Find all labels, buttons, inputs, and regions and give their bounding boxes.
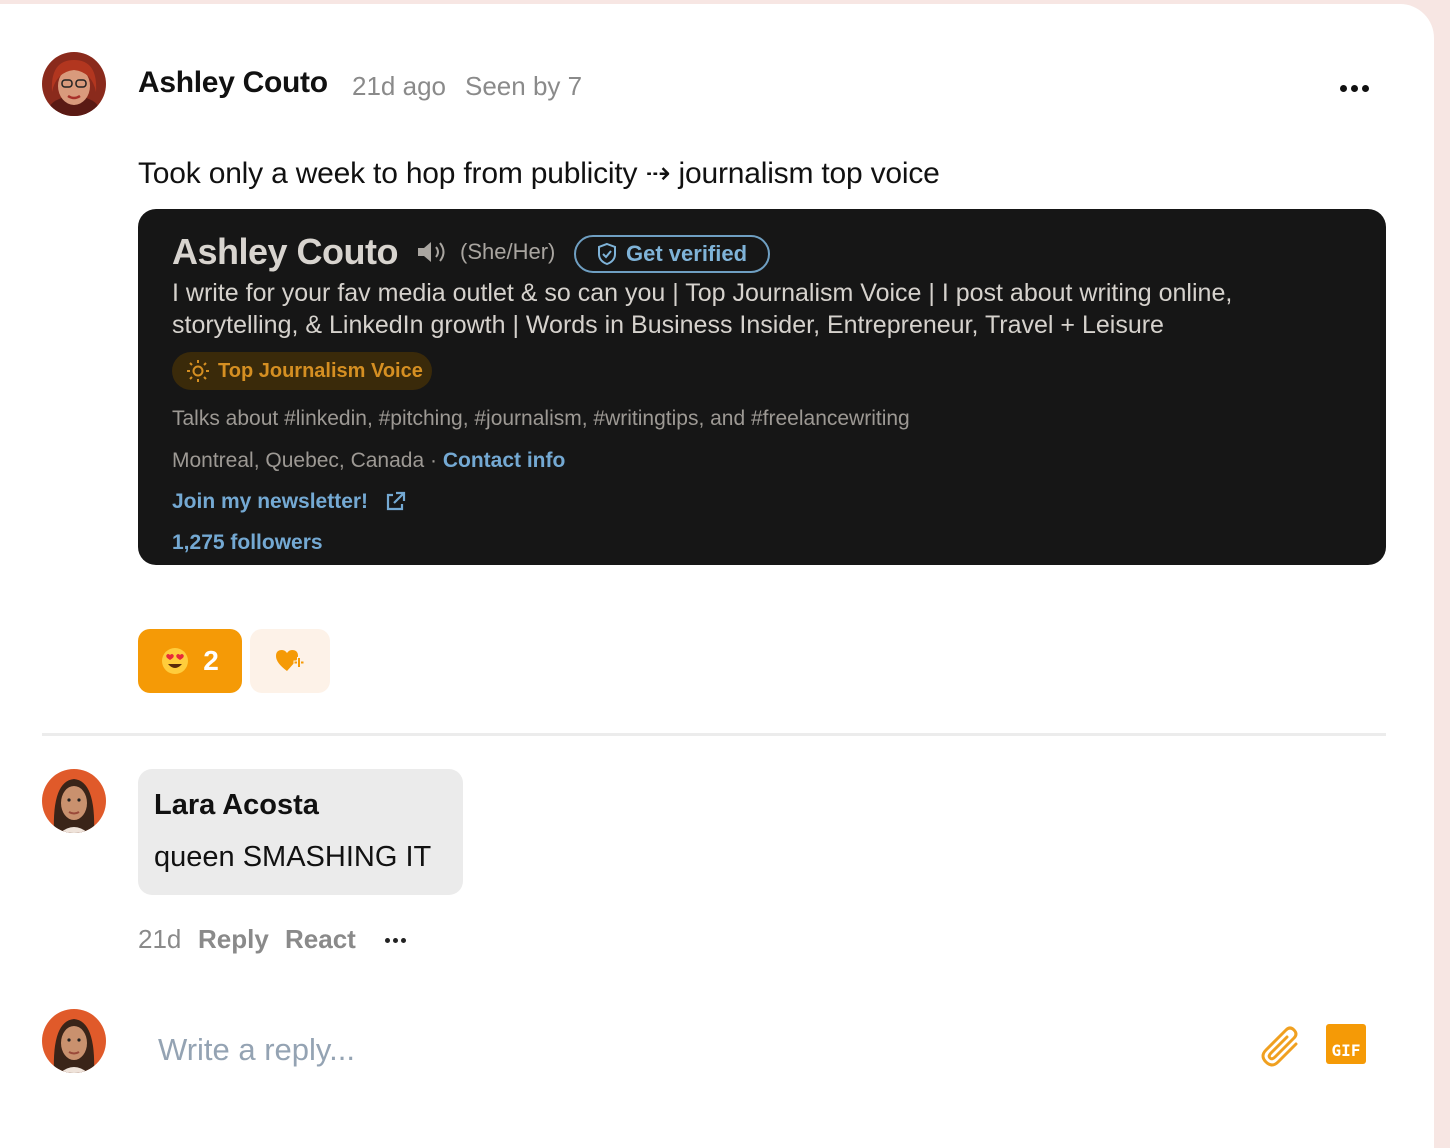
badge-label: Top Journalism Voice	[218, 359, 423, 382]
dot	[393, 938, 398, 943]
reply-button[interactable]: Reply	[198, 924, 269, 955]
post-text: Took only a week to hop from publicity ⇢…	[138, 157, 940, 190]
newsletter-link: Join my newsletter!	[172, 490, 406, 514]
dot	[401, 938, 406, 943]
paperclip-icon[interactable]	[1258, 1024, 1306, 1072]
post-image[interactable]: Ashley Couto (She/Her) Get verified I wr…	[138, 209, 1386, 565]
divider	[42, 733, 1386, 736]
profile-talks-about: Talks about #linkedin, #pitching, #journ…	[172, 407, 910, 430]
profile-pronouns: (She/Her)	[460, 239, 556, 264]
reaction-count: 2	[203, 645, 219, 676]
post-time: 21d ago	[352, 71, 446, 101]
comment-text: queen SMASHING IT	[154, 841, 432, 873]
profile-headline: I write for your fav media outlet & so c…	[172, 279, 1233, 339]
comment-more-icon[interactable]	[385, 938, 406, 943]
shield-check-icon	[598, 242, 616, 266]
top-voice-badge: Top Journalism Voice	[172, 352, 432, 390]
dot	[1339, 84, 1347, 92]
profile-followers: 1,275 followers	[172, 531, 323, 554]
current-user-avatar	[42, 1009, 106, 1073]
profile-name: Ashley Couto	[172, 231, 399, 272]
comment-time: 21d	[138, 924, 182, 954]
dot	[385, 938, 390, 943]
post-author[interactable]: Ashley Couto	[138, 66, 328, 100]
react-button[interactable]: React	[285, 924, 356, 955]
post-card: Ashley Couto 21d ago Seen by 7 Took only…	[0, 4, 1434, 1148]
more-options-icon[interactable]	[1334, 74, 1374, 102]
contact-info-link: Contact info	[442, 449, 566, 472]
external-link-icon	[386, 491, 406, 511]
lightbulb-icon	[187, 360, 209, 382]
comment-bubble: Lara Acosta queen SMASHING IT	[138, 769, 463, 895]
reaction-heart-eyes-button[interactable]: 2	[138, 629, 242, 693]
get-verified-button: Get verified	[574, 235, 770, 273]
location-text: Montreal, Quebec, Canada ·	[172, 449, 443, 472]
dot	[1350, 84, 1358, 92]
reply-input[interactable]	[142, 1022, 1242, 1078]
comment-author[interactable]: Lara Acosta	[154, 789, 319, 822]
newsletter-label: Join my newsletter!	[172, 490, 369, 513]
gif-button[interactable]: GIF	[1326, 1024, 1366, 1064]
heart-plus-icon	[276, 650, 305, 671]
commenter-avatar[interactable]	[42, 769, 106, 833]
seen-by-count[interactable]: Seen by 7	[465, 71, 582, 102]
author-avatar[interactable]	[42, 52, 106, 116]
profile-location: Montreal, Quebec, Canada · Contact info	[172, 449, 565, 473]
get-verified-label: Get verified	[626, 241, 748, 266]
dot	[1361, 84, 1369, 92]
add-reaction-button[interactable]	[250, 629, 330, 693]
speaker-icon	[416, 239, 450, 270]
heart-eyes-emoji-icon	[162, 648, 189, 674]
